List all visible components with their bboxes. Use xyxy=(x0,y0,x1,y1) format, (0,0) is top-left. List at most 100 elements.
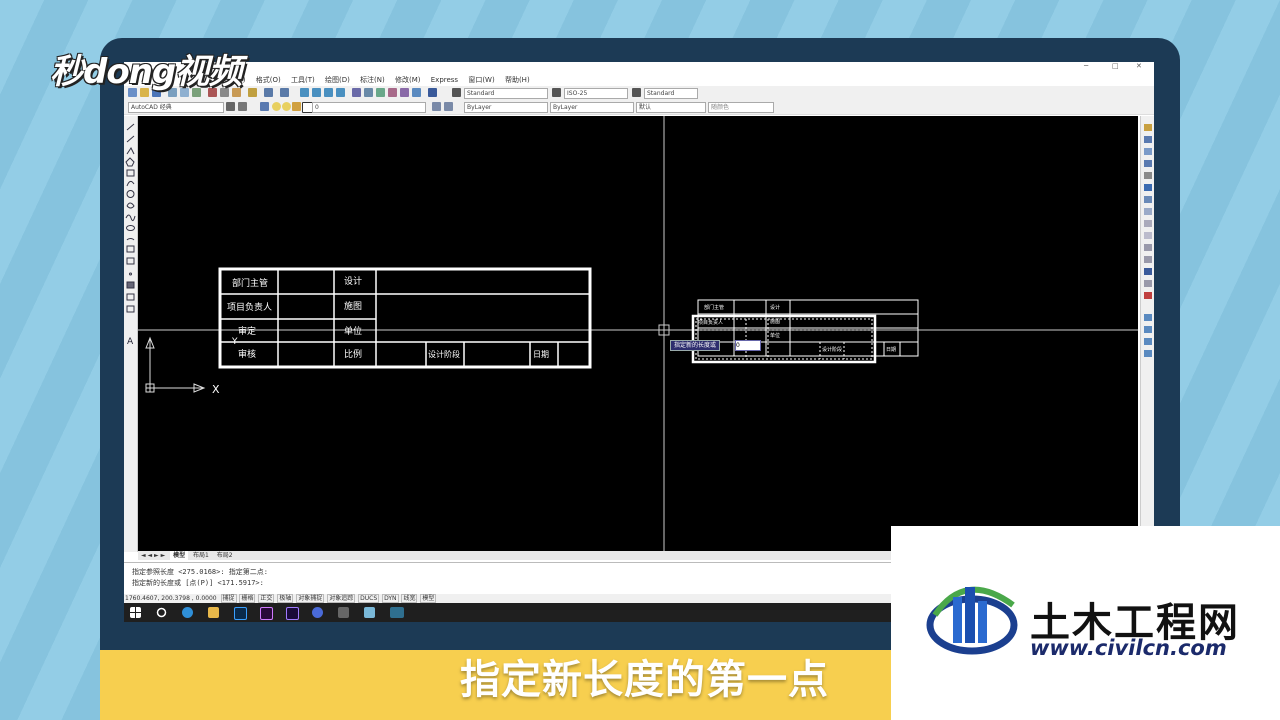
small-table-cell: 单位 xyxy=(770,333,781,339)
search-icon[interactable] xyxy=(156,607,167,618)
premiere-icon[interactable] xyxy=(260,607,273,620)
axis-x-label: X xyxy=(212,383,220,396)
menu-dimension[interactable]: 标注(N) xyxy=(360,74,385,86)
menu-draw[interactable]: 绘图(D) xyxy=(325,74,350,86)
plotstyle-select[interactable]: 随颜色 xyxy=(708,102,774,113)
table-cell: 项目负责人 xyxy=(227,303,273,313)
zoom-window-icon[interactable] xyxy=(324,88,333,97)
layer-freeze-icon[interactable] xyxy=(282,102,291,111)
civilcn-logo-icon xyxy=(926,586,1018,655)
polar-toggle[interactable]: 极轴 xyxy=(277,594,294,603)
otrack-toggle[interactable]: 对象追踪 xyxy=(327,594,356,603)
lineweight-toggle[interactable]: 线宽 xyxy=(401,594,418,603)
table-cell: 审核 xyxy=(238,350,257,360)
layers-toolbar: AutoCAD 经典 0 ByLayer ByLayer 默认 随颜色 xyxy=(124,100,1154,115)
table-cell: 设计 xyxy=(344,277,363,287)
photoshop-icon[interactable] xyxy=(234,607,247,620)
tab-layout2[interactable]: 布局2 xyxy=(214,551,236,560)
coordinates-readout: 1760.4607, 200.3798 , 0.0000 xyxy=(125,595,217,602)
modify-tool-icons[interactable] xyxy=(1141,122,1154,372)
draw-tool-icons[interactable]: A xyxy=(124,122,137,352)
workspace-select[interactable]: AutoCAD 经典 xyxy=(128,102,224,113)
edge-browser-icon[interactable] xyxy=(182,607,193,618)
menu-tools[interactable]: 工具(T) xyxy=(291,74,315,86)
table-cell: 比例 xyxy=(344,350,363,360)
layer-manager-icon[interactable] xyxy=(260,102,269,111)
lineweight-select[interactable]: 默认 xyxy=(636,102,706,113)
dynamic-input-field[interactable]: 0 xyxy=(735,340,761,351)
markup-icon[interactable] xyxy=(400,88,409,97)
table-cell: 日期 xyxy=(533,350,549,359)
close-button[interactable]: ✕ xyxy=(1136,62,1142,70)
maximize-button[interactable]: □ xyxy=(1112,62,1119,70)
layer-previous-icon[interactable] xyxy=(444,102,453,111)
color-select[interactable]: ByLayer xyxy=(464,102,548,113)
minimize-button[interactable]: ─ xyxy=(1084,62,1088,70)
menu-bar: 插入(I) 格式(O) 工具(T) 绘图(D) 标注(N) 修改(M) Expr… xyxy=(124,74,1154,86)
redo-icon[interactable] xyxy=(280,88,289,97)
undo-icon[interactable] xyxy=(264,88,273,97)
match-properties-icon[interactable] xyxy=(248,88,257,97)
tab-nav-arrows[interactable]: ◄ ◄ ► ► xyxy=(138,551,168,560)
linetype-select[interactable]: ByLayer xyxy=(550,102,634,113)
text-style-select[interactable]: Standard xyxy=(464,88,548,99)
osnap-toggle[interactable]: 对象捕捉 xyxy=(296,594,325,603)
grid-toggle[interactable]: 栅格 xyxy=(239,594,256,603)
menu-window[interactable]: 窗口(W) xyxy=(468,74,494,86)
small-table-cell: 部门主管 xyxy=(704,305,725,311)
dim-style-select[interactable]: ISO-25 xyxy=(564,88,628,99)
sheet-set-icon[interactable] xyxy=(388,88,397,97)
menu-modify[interactable]: 修改(M) xyxy=(395,74,421,86)
after-effects-icon[interactable] xyxy=(286,607,299,620)
make-current-layer-icon[interactable] xyxy=(432,102,441,111)
ducs-toggle[interactable]: DUCS xyxy=(358,594,380,603)
table-cell: 审定 xyxy=(238,327,257,337)
video-logo: 秒dong视频 xyxy=(50,52,242,92)
table-cell: 单位 xyxy=(344,327,363,337)
pan-icon[interactable] xyxy=(300,88,309,97)
zoom-previous-icon[interactable] xyxy=(336,88,345,97)
table-cell: 施图 xyxy=(344,302,363,312)
small-table-cell: 日期 xyxy=(886,347,897,353)
file-explorer-icon[interactable] xyxy=(208,607,219,618)
app-icon[interactable] xyxy=(312,607,323,618)
help-icon[interactable] xyxy=(428,88,437,97)
menu-help[interactable]: 帮助(H) xyxy=(505,74,530,86)
tab-model[interactable]: 模型 xyxy=(170,551,189,560)
layer-lock-icon[interactable] xyxy=(292,102,301,111)
svg-text:A: A xyxy=(127,337,134,347)
windows-start-icon[interactable] xyxy=(130,607,141,618)
dyn-toggle[interactable]: DYN xyxy=(382,594,399,603)
properties-icon[interactable] xyxy=(352,88,361,97)
drawing-lines xyxy=(138,116,1138,552)
small-table-cell: 项目负责人 xyxy=(698,320,724,326)
model-toggle[interactable]: 模型 xyxy=(420,594,437,603)
table-style-icon xyxy=(632,88,641,97)
zoom-realtime-icon[interactable] xyxy=(312,88,321,97)
ortho-toggle[interactable]: 正交 xyxy=(258,594,275,603)
standard-toolbar: Standard ISO-25 Standard xyxy=(124,86,1154,101)
table-style-select[interactable]: Standard xyxy=(644,88,698,99)
draw-toolbar: A xyxy=(124,116,138,552)
snap-toggle[interactable]: 捕捉 xyxy=(220,594,237,603)
workspace-settings-icon[interactable] xyxy=(226,102,235,111)
menu-express[interactable]: Express xyxy=(431,74,458,86)
small-table-cell: 施图 xyxy=(770,319,781,325)
layer-on-icon[interactable] xyxy=(272,102,281,111)
tab-layout1[interactable]: 布局1 xyxy=(190,551,212,560)
design-center-icon[interactable] xyxy=(364,88,373,97)
watermark-url: www.civilcn.com xyxy=(1030,636,1227,660)
autocad-taskbar-icon[interactable] xyxy=(390,607,404,618)
dim-style-icon xyxy=(552,88,561,97)
tool-palettes-icon[interactable] xyxy=(376,88,385,97)
subtitle-caption: 指定新长度的第一点 xyxy=(460,657,829,703)
calculator-icon[interactable] xyxy=(412,88,421,97)
small-table-cell: 设计阶段 xyxy=(822,347,843,353)
menu-format[interactable]: 格式(O) xyxy=(256,74,281,86)
drawing-canvas[interactable]: Y X 部门主管 项目负责人 审定 审核 设计 施图 单位 比例 设计阶段 日期… xyxy=(138,116,1138,552)
tool-icon[interactable] xyxy=(338,607,349,618)
workspace-save-icon[interactable] xyxy=(238,102,247,111)
app-icon-2[interactable] xyxy=(364,607,375,618)
layer-select[interactable]: 0 xyxy=(312,102,426,113)
modify-toolbar xyxy=(1140,116,1154,552)
